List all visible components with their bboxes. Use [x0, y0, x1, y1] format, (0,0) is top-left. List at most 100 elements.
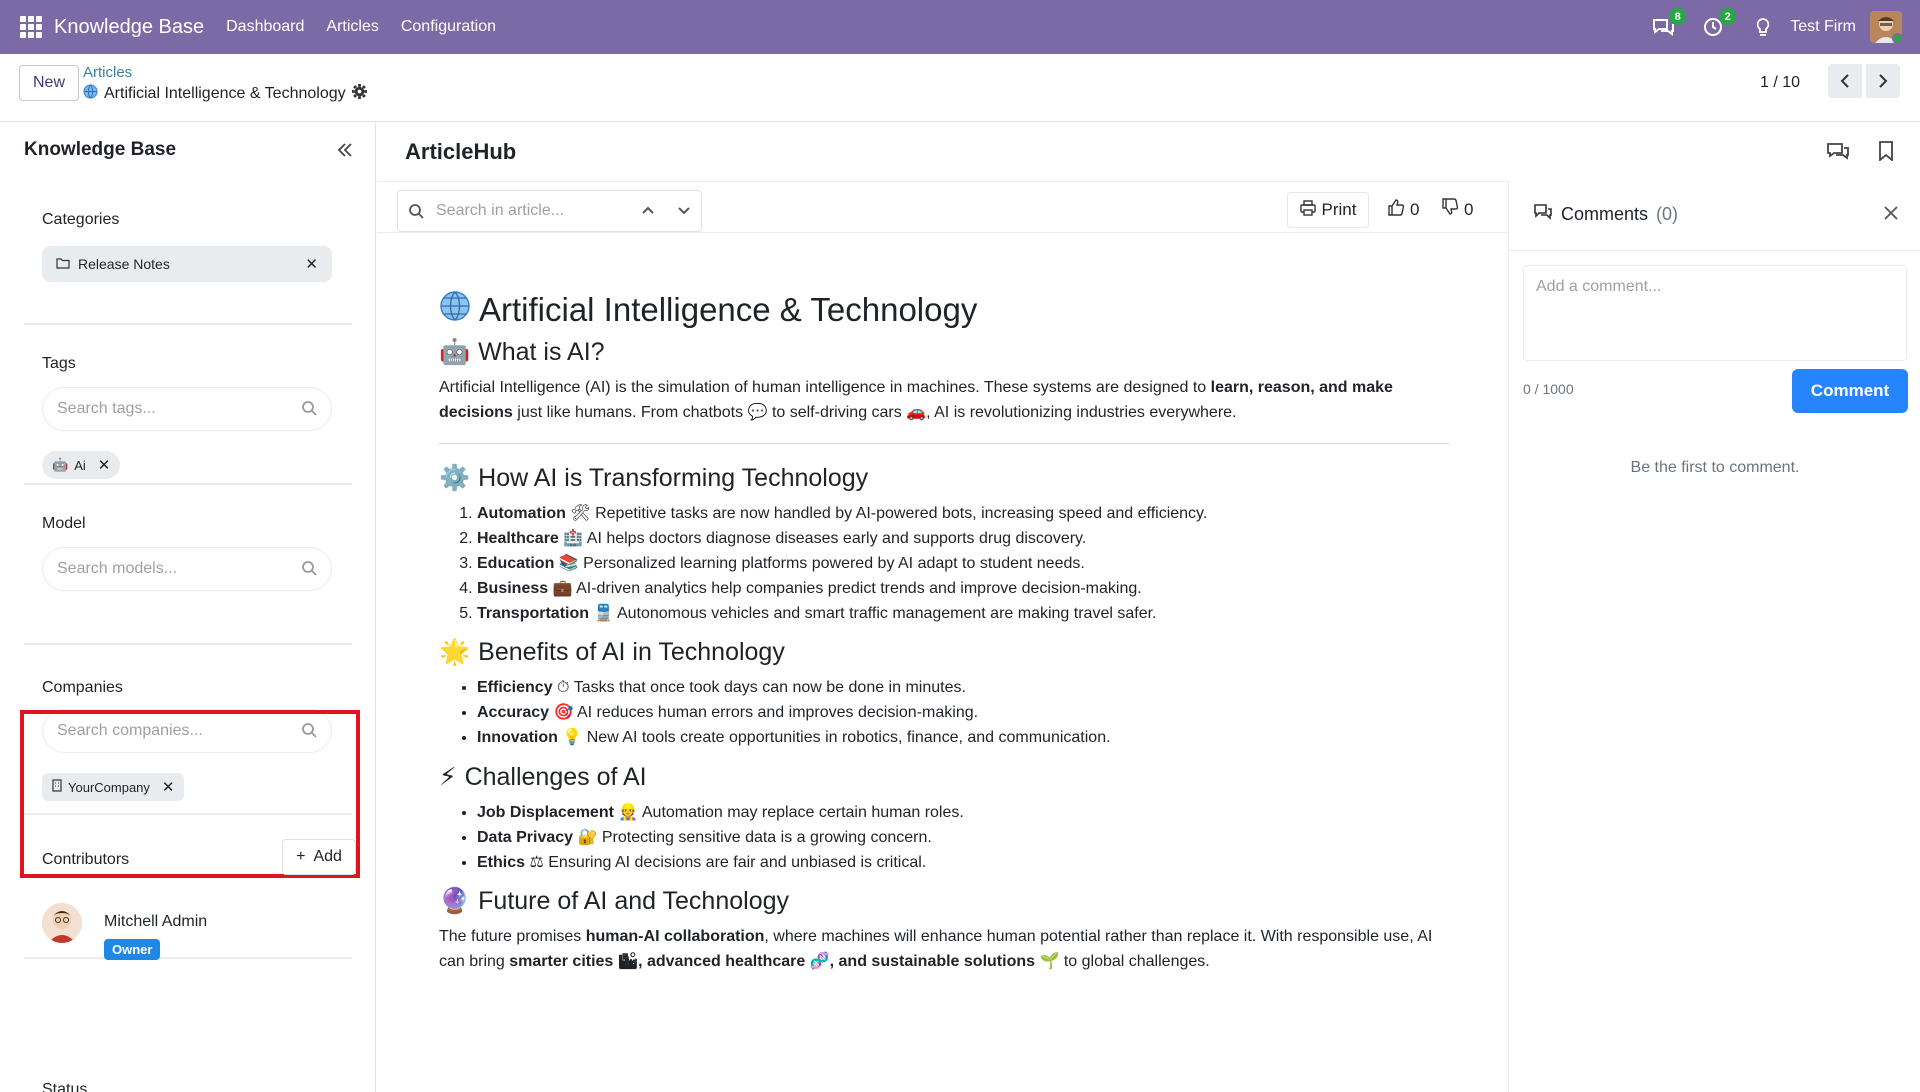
item-bold: Healthcare — [477, 530, 559, 547]
user-name[interactable]: Test Firm — [1790, 18, 1856, 36]
robot-icon: 🤖 — [439, 338, 471, 366]
comments-count: (0) — [1656, 204, 1679, 224]
item-text: AI helps doctors diagnose diseases early… — [583, 530, 1087, 547]
user-avatar[interactable] — [1870, 11, 1902, 43]
item-emoji-icon: 🛠 — [570, 505, 591, 522]
dislikes-count: 0 — [1464, 199, 1474, 219]
pager-next-button[interactable] — [1866, 64, 1900, 98]
article-search-placeholder: Search in article... — [436, 202, 565, 219]
section-heading: 🤖 What is AI? — [439, 338, 1449, 367]
close-icon[interactable] — [1883, 201, 1899, 227]
section-heading: 🌟 Benefits of AI in Technology — [439, 638, 1449, 667]
pager-value[interactable]: 1 / 10 — [1760, 74, 1800, 92]
item-text: AI reduces human errors and improves dec… — [573, 704, 979, 721]
item-bold: Innovation — [477, 729, 558, 746]
article-search-input[interactable]: Search in article... — [397, 190, 702, 232]
messages-icon[interactable]: 8 — [1652, 8, 1687, 38]
new-button[interactable]: New — [19, 65, 79, 101]
comment-input[interactable]: Add a comment... — [1523, 265, 1907, 361]
comment-button[interactable]: Comment — [1792, 369, 1908, 413]
pager-previous-button[interactable] — [1828, 64, 1862, 98]
menu-dashboard[interactable]: Dashboard — [226, 18, 304, 36]
breadcrumb-parent[interactable]: Articles — [83, 64, 132, 81]
printer-icon — [1299, 199, 1316, 221]
star-icon: 🌟 — [439, 638, 471, 666]
text-run: to global challenges. — [1059, 953, 1210, 970]
menu-configuration[interactable]: Configuration — [401, 18, 496, 36]
divider — [439, 443, 1449, 444]
item-text: Automation may replace certain human rol… — [638, 804, 964, 821]
like-button[interactable]: 0 — [1387, 198, 1419, 221]
tags-search-placeholder: Search tags... — [57, 400, 156, 417]
list-item: Business 💼 AI-driven analytics help comp… — [477, 576, 1449, 601]
collapse-sidebar-icon[interactable] — [336, 138, 354, 164]
gear-emoji-icon: ⚙️ — [439, 464, 471, 492]
item-bold: Ethics — [477, 854, 526, 871]
chevron-down-icon[interactable] — [677, 201, 691, 224]
bold-text: smarter cities 🏙, advanced healthcare 🧬,… — [509, 953, 1060, 970]
item-emoji-icon: 💼 — [552, 580, 573, 597]
bookmark-icon[interactable] — [1878, 141, 1894, 166]
contributor-name: Mitchell Admin — [104, 913, 208, 930]
search-icon — [301, 400, 317, 421]
item-text: Autonomous vehicles and smart traffic ma… — [613, 605, 1157, 622]
control-panel: New Articles Artificial Intelligence & T… — [0, 54, 1920, 122]
tag-chip[interactable]: 🤖 Ai ✕ — [42, 451, 121, 479]
dislike-button[interactable]: 0 — [1441, 198, 1473, 221]
item-emoji-icon: 📚 — [558, 555, 579, 572]
item-emoji-icon: 🏥 — [563, 530, 584, 547]
item-bold: Education — [477, 555, 555, 572]
text-run: just like humans. From chatbots 💬 to sel… — [512, 404, 1237, 421]
crystal-ball-icon: 🔮 — [439, 887, 471, 915]
comments-title-text: Comments — [1561, 204, 1649, 224]
category-chip-label: Release Notes — [78, 256, 170, 272]
likes-count: 0 — [1410, 199, 1420, 219]
folder-icon — [56, 256, 70, 272]
top-navbar: Knowledge Base Dashboard Articles Config… — [0, 0, 1920, 54]
search-icon — [408, 203, 424, 224]
gear-icon[interactable] — [351, 84, 367, 104]
model-search-input[interactable]: Search models... — [42, 547, 332, 591]
empty-comments-text: Be the first to comment. — [1630, 459, 1800, 476]
item-emoji-icon: ⏱ — [557, 679, 570, 696]
remove-tag-icon[interactable]: ✕ — [98, 456, 111, 474]
categories-label: Categories — [42, 211, 120, 228]
model-section: Model Search models... — [24, 485, 352, 645]
item-text: Protecting sensitive data is a growing c… — [597, 829, 932, 846]
model-search-placeholder: Search models... — [57, 560, 178, 577]
lightning-icon: ⚡ — [439, 763, 457, 791]
lightbulb-icon[interactable] — [1752, 16, 1774, 38]
text-run: The future promises — [439, 928, 586, 945]
menu-articles[interactable]: Articles — [326, 18, 378, 36]
item-emoji-icon: 💡 — [562, 729, 583, 746]
chat-icon[interactable] — [1826, 141, 1850, 166]
remove-category-icon[interactable]: ✕ — [305, 255, 318, 273]
item-emoji-icon: 🚆 — [593, 605, 614, 622]
sidebar-title: Knowledge Base — [24, 139, 177, 160]
section-heading-text: How AI is Transforming Technology — [478, 464, 869, 492]
apps-menu-icon[interactable] — [20, 16, 42, 38]
item-text: New AI tools create opportunities in rob… — [582, 729, 1111, 746]
tags-section: Tags Search tags... 🤖 Ai ✕ — [24, 325, 352, 485]
add-contributor-label: Add — [313, 848, 342, 865]
comment-char-count: 0 / 1000 — [1523, 381, 1574, 397]
tags-search-input[interactable]: Search tags... — [42, 387, 332, 431]
main-title: ArticleHub — [405, 139, 517, 164]
comments-title: Comments (0) — [1533, 203, 1678, 226]
activities-icon[interactable]: 2 — [1702, 8, 1737, 38]
thumbs-up-icon — [1387, 198, 1405, 221]
chevron-right-icon — [1879, 74, 1888, 88]
main-area: ArticleHub Search in article... Print 0 … — [377, 123, 1920, 1092]
list-item: Data Privacy 🔐 Protecting sensitive data… — [477, 825, 1449, 850]
app-brand[interactable]: Knowledge Base — [54, 16, 204, 39]
article-title-text: Artificial Intelligence & Technology — [479, 291, 978, 328]
bullet-list: Efficiency ⏱ Tasks that once took days c… — [439, 675, 1449, 750]
list-item: Transportation 🚆 Autonomous vehicles and… — [477, 601, 1449, 626]
item-emoji-icon: 🎯 — [553, 704, 574, 721]
print-button[interactable]: Print — [1287, 192, 1369, 228]
chevron-up-icon[interactable] — [641, 201, 655, 224]
list-item: Ethics ⚖ Ensuring AI decisions are fair … — [477, 850, 1449, 875]
category-chip[interactable]: Release Notes ✕ — [42, 246, 332, 282]
messages-badge: 8 — [1669, 8, 1687, 25]
add-contributor-button[interactable]: + Add — [282, 839, 356, 875]
